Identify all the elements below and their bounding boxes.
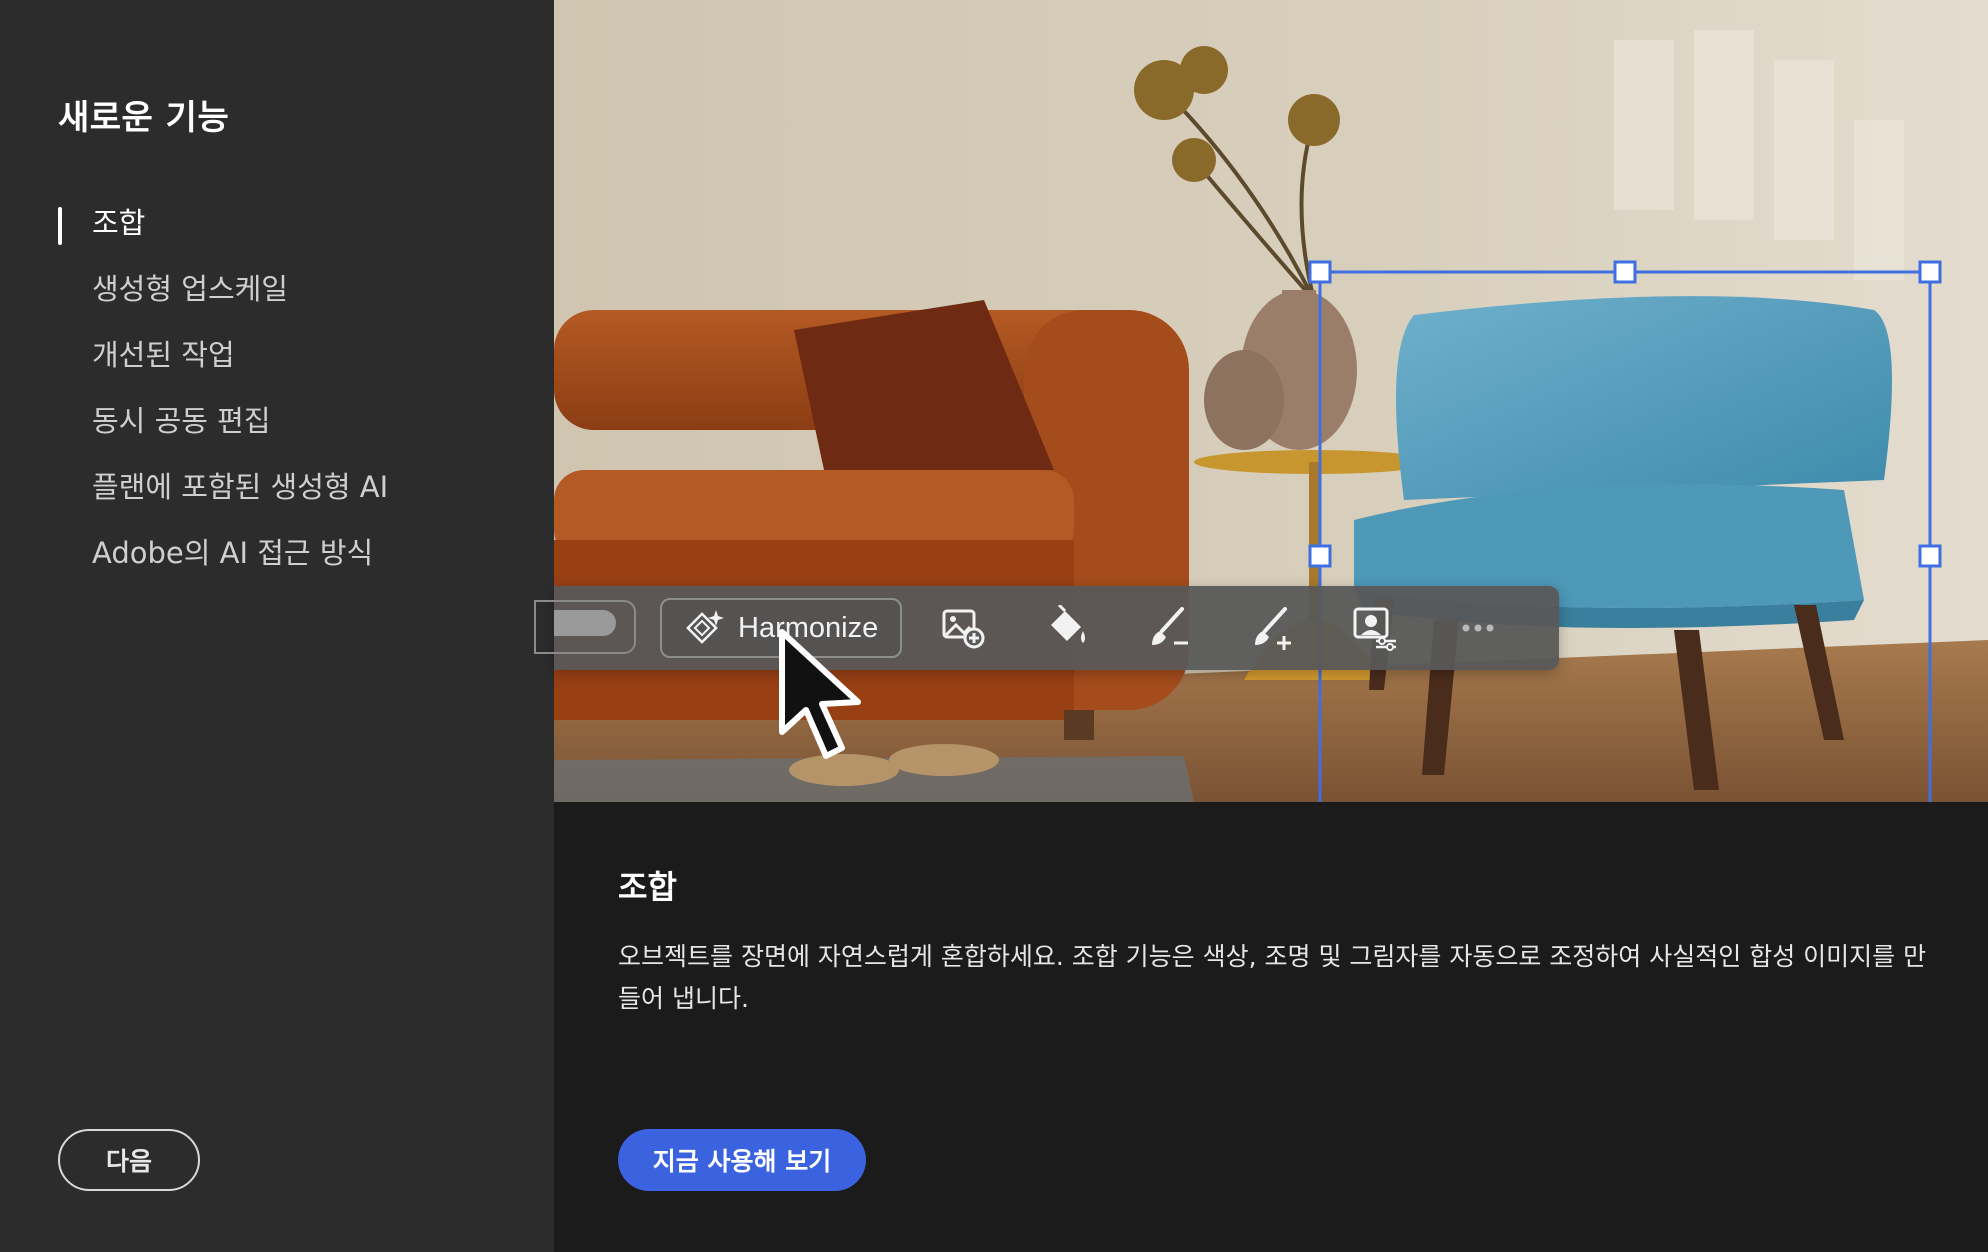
try-now-button[interactable]: 지금 사용해 보기 bbox=[618, 1129, 866, 1191]
image-add-icon[interactable] bbox=[938, 603, 988, 653]
pointer-cursor-icon bbox=[779, 629, 861, 759]
sidebar-nav: 조합 생성형 업스케일 개선된 작업 동시 공동 편집 플랜에 포함된 생성형 … bbox=[58, 190, 388, 586]
sidebar-item-generative-ai-in-plan[interactable]: 플랜에 포함된 생성형 AI bbox=[58, 454, 388, 520]
whats-new-dialog: 새로운 기능 조합 생성형 업스케일 개선된 작업 동시 공동 편집 플랜에 포… bbox=[0, 0, 1988, 1252]
sidebar-item-adobe-ai-approach[interactable]: Adobe의 AI 접근 방식 bbox=[58, 520, 388, 586]
sidebar-title: 새로운 기능 bbox=[58, 98, 230, 138]
sparkle-harmonize-icon bbox=[686, 610, 724, 644]
sidebar-item-harmonize[interactable]: 조합 bbox=[58, 190, 388, 256]
brush-subtract-icon[interactable] bbox=[1144, 603, 1194, 653]
paint-bucket-icon[interactable] bbox=[1041, 603, 1091, 653]
next-button[interactable]: 다음 bbox=[58, 1129, 200, 1191]
more-icon[interactable] bbox=[1453, 603, 1503, 653]
sidebar-item-generative-upscale[interactable]: 생성형 업스케일 bbox=[58, 256, 388, 322]
contextual-task-bar: Harmonize bbox=[534, 586, 1559, 670]
sidebar-item-live-coediting[interactable]: 동시 공동 편집 bbox=[58, 388, 388, 454]
content-description: 오브젝트를 장면에 자연스럽게 혼합하세요. 조합 기능은 색상, 조명 및 그… bbox=[618, 942, 1927, 1013]
sidebar-item-improved-actions[interactable]: 개선된 작업 bbox=[58, 322, 388, 388]
mask-adjust-icon[interactable] bbox=[1350, 603, 1400, 653]
toolbar-pill bbox=[554, 610, 616, 636]
hero-image bbox=[554, 0, 1988, 802]
content-title: 조합 bbox=[618, 868, 677, 906]
sidebar: 새로운 기능 조합 생성형 업스케일 개선된 작업 동시 공동 편집 플랜에 포… bbox=[0, 0, 554, 1252]
living-room-illustration bbox=[554, 0, 1988, 802]
brush-add-icon[interactable] bbox=[1247, 603, 1297, 653]
